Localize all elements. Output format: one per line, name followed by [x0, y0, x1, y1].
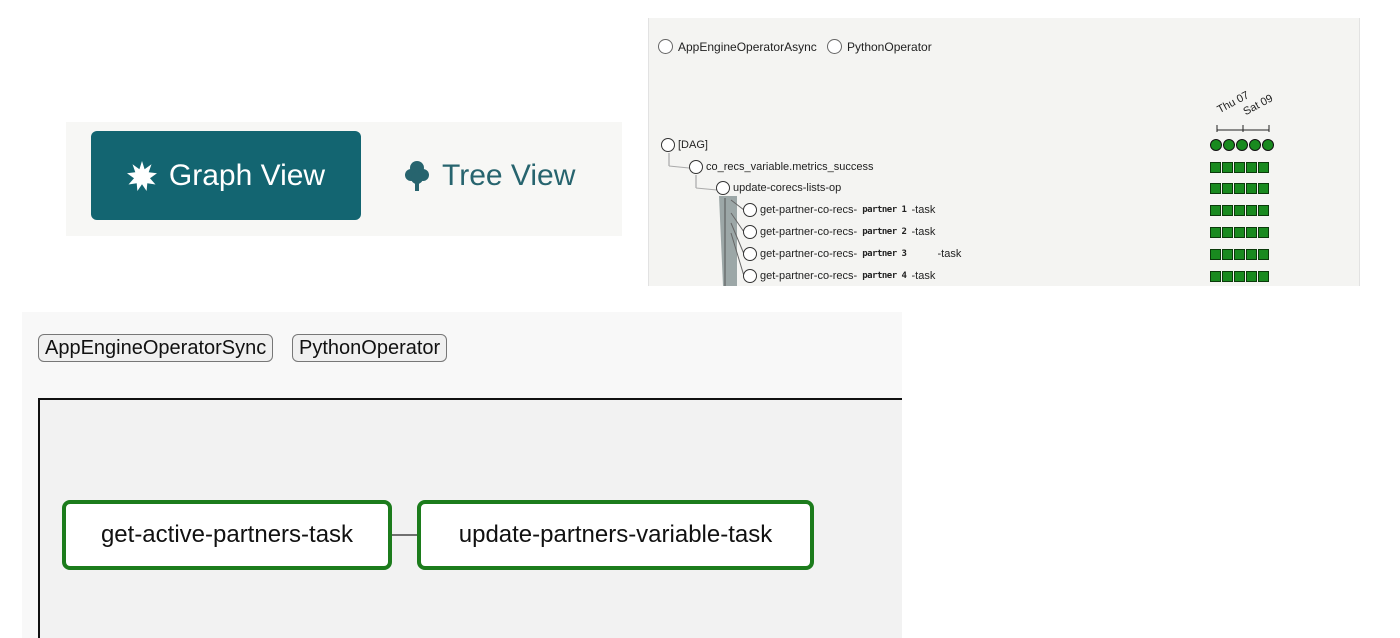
- row-label: get-partner-co-recs-: [760, 226, 858, 238]
- row-label: get-partner-co-recs-: [760, 204, 858, 216]
- tree-row-dag[interactable]: [DAG]: [661, 138, 708, 152]
- tree-view-button[interactable]: Tree View: [404, 131, 575, 220]
- task-status-cell[interactable]: [1258, 205, 1269, 216]
- task-status-cell[interactable]: [1258, 249, 1269, 260]
- task-status-cell[interactable]: [1246, 249, 1257, 260]
- node-circle-icon: [743, 203, 757, 217]
- task-status-cell[interactable]: [1210, 205, 1221, 216]
- node-circle-icon: [716, 181, 730, 195]
- row-label: [DAG]: [678, 139, 708, 151]
- task-status-row: [1210, 227, 1269, 238]
- task-node[interactable]: update-partners-variable-task: [417, 500, 814, 570]
- tree-view-label: Tree View: [442, 158, 576, 192]
- tree-icon: [404, 160, 430, 192]
- run-status-dot[interactable]: [1223, 139, 1235, 151]
- task-status-cell[interactable]: [1246, 227, 1257, 238]
- partner-name: partner 1: [862, 205, 907, 215]
- task-status-cell[interactable]: [1246, 271, 1257, 282]
- task-status-cell[interactable]: [1234, 183, 1245, 194]
- row-label-suffix: -task: [911, 270, 936, 282]
- task-status-cell[interactable]: [1258, 162, 1269, 173]
- sunburst-icon: [126, 160, 157, 191]
- row-label-suffix: -task: [911, 226, 936, 238]
- graph-view-panel: AppEngineOperatorSync PythonOperator get…: [22, 312, 902, 638]
- graph-view-button[interactable]: Graph View: [91, 131, 361, 220]
- task-status-cell[interactable]: [1258, 183, 1269, 194]
- task-status-cell[interactable]: [1222, 183, 1233, 194]
- task-status-row: [1210, 162, 1269, 173]
- node-circle-icon: [743, 225, 757, 239]
- task-status-cell[interactable]: [1234, 271, 1245, 282]
- partner-name: partner 4: [862, 271, 907, 281]
- row-label: get-partner-co-recs-: [760, 248, 858, 260]
- node-circle-icon: [743, 247, 757, 261]
- task-status-row: [1210, 249, 1269, 260]
- task-status-cell[interactable]: [1234, 249, 1245, 260]
- task-status-cell[interactable]: [1234, 162, 1245, 173]
- operator-chip[interactable]: PythonOperator: [292, 334, 448, 362]
- tree-row-task[interactable]: get-partner-co-recs- partner 3 -task: [743, 247, 961, 261]
- run-status-dot[interactable]: [1236, 139, 1248, 151]
- run-status-dot[interactable]: [1249, 139, 1261, 151]
- partner-name: partner 2: [862, 227, 907, 237]
- partner-name: partner 3: [862, 249, 907, 259]
- row-label: get-partner-co-recs-: [760, 270, 858, 282]
- task-status-cell[interactable]: [1222, 227, 1233, 238]
- task-status-cell[interactable]: [1210, 249, 1221, 260]
- task-status-row: [1210, 271, 1269, 282]
- tree-row-task[interactable]: get-partner-co-recs- partner 4 -task: [743, 269, 935, 283]
- row-label-suffix: -task: [937, 248, 962, 260]
- run-status-dot[interactable]: [1262, 139, 1274, 151]
- task-status-cell[interactable]: [1222, 162, 1233, 173]
- task-node[interactable]: get-active-partners-task: [62, 500, 392, 570]
- task-status-cell[interactable]: [1258, 227, 1269, 238]
- run-status-dot[interactable]: [1210, 139, 1222, 151]
- task-status-cell[interactable]: [1246, 183, 1257, 194]
- view-toggle-bar: Graph View Tree View: [66, 122, 622, 236]
- node-circle-icon: [689, 160, 703, 174]
- task-status-row: [1210, 183, 1269, 194]
- task-status-cell[interactable]: [1234, 227, 1245, 238]
- task-status-cell[interactable]: [1210, 183, 1221, 194]
- tree-connectors: [668, 125, 1270, 286]
- row-label: update-corecs-lists-op: [733, 182, 842, 194]
- tree-shading: [719, 196, 737, 286]
- row-label: co_recs_variable.metrics_success: [706, 161, 874, 173]
- task-status-cell[interactable]: [1210, 227, 1221, 238]
- task-status-cell[interactable]: [1234, 205, 1245, 216]
- graph-canvas[interactable]: get-active-partners-task update-partners…: [38, 398, 902, 638]
- node-circle-icon: [661, 138, 675, 152]
- operator-chip[interactable]: AppEngineOperatorSync: [38, 334, 274, 362]
- graph-view-label: Graph View: [168, 158, 326, 192]
- task-status-cell[interactable]: [1210, 271, 1221, 282]
- task-status-cell[interactable]: [1222, 249, 1233, 260]
- task-status-cell[interactable]: [1258, 271, 1269, 282]
- task-status-row: [1210, 205, 1269, 216]
- row-label-suffix: -task: [911, 204, 936, 216]
- task-status-cell[interactable]: [1246, 162, 1257, 173]
- tree-row-task[interactable]: get-partner-co-recs- partner 1 -task: [743, 203, 935, 217]
- tree-row-task[interactable]: get-partner-co-recs- partner 2 -task: [743, 225, 935, 239]
- tree-row-task[interactable]: co_recs_variable.metrics_success: [689, 160, 874, 174]
- task-status-cell[interactable]: [1222, 271, 1233, 282]
- task-status-cell[interactable]: [1246, 205, 1257, 216]
- dag-run-status-row: [1210, 139, 1274, 151]
- tree-row-task[interactable]: update-corecs-lists-op: [716, 181, 841, 195]
- node-circle-icon: [743, 269, 757, 283]
- task-status-cell[interactable]: [1210, 162, 1221, 173]
- task-status-cell[interactable]: [1222, 205, 1233, 216]
- tree-view-panel: AppEngineOperatorAsync PythonOperator Th…: [648, 18, 1360, 286]
